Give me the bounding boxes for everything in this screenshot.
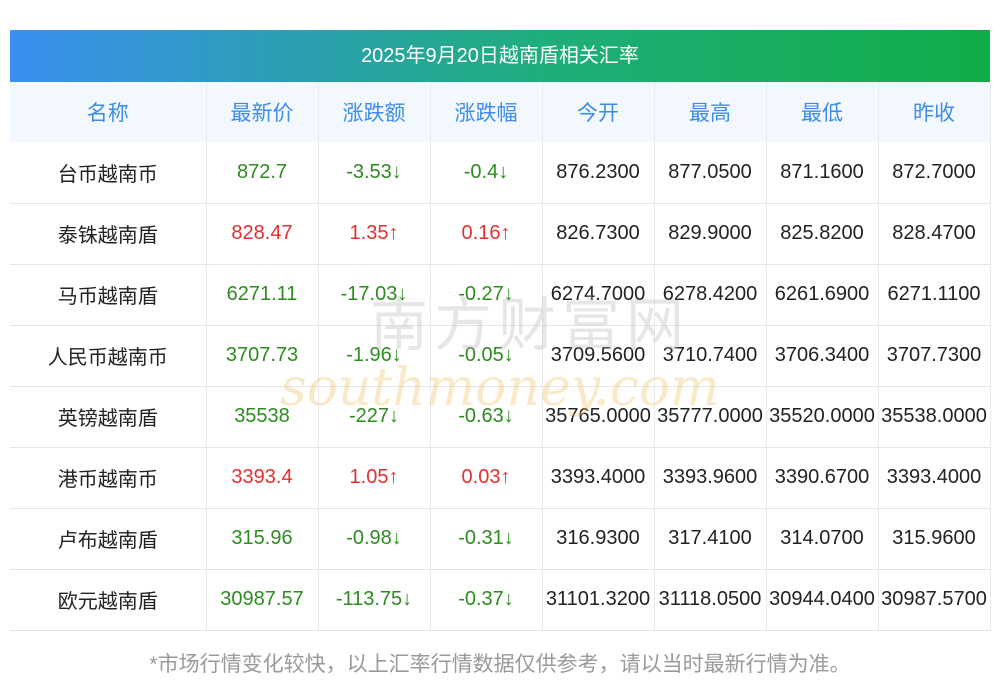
cell-high: 3710.7400: [654, 325, 767, 387]
cell-high: 3393.9600: [654, 447, 767, 509]
header-pct: 涨跌幅: [430, 82, 543, 142]
cell-open: 876.2300: [542, 142, 655, 204]
cell-change: -227↓: [318, 386, 431, 448]
cell-low: 3706.3400: [766, 325, 879, 387]
footnote: *市场行情变化较快，以上汇率行情数据仅供参考，请以当时最新行情为准。: [149, 653, 851, 676]
header-name: 名称: [10, 82, 207, 142]
table-row: 英镑越南盾 35538 -227↓ -0.63↓ 35765.0000 35777.000…: [10, 386, 991, 448]
cell-name: 泰铢越南盾: [10, 203, 207, 265]
cell-high: 35777.0000: [654, 386, 767, 448]
header-low: 最低: [766, 82, 879, 142]
table-title: 2025年9月20日越南盾相关汇率: [10, 30, 990, 82]
rate-card: 2025年9月20日越南盾相关汇率 名称 最新价 涨跌额 涨跌幅 今开 最高 最…: [10, 30, 991, 631]
cell-name: 港币越南币: [10, 447, 207, 509]
cell-latest: 30987.57: [206, 569, 319, 631]
cell-change: -3.53↓: [318, 142, 431, 204]
cell-open: 3709.5600: [542, 325, 655, 387]
cell-high: 317.4100: [654, 508, 767, 570]
cell-change: -1.96↓: [318, 325, 431, 387]
cell-name: 英镑越南盾: [10, 386, 207, 448]
cell-latest: 3707.73: [206, 325, 319, 387]
cell-name: 人民币越南币: [10, 325, 207, 387]
cell-high: 877.0500: [654, 142, 767, 204]
cell-high: 6278.4200: [654, 264, 767, 326]
cell-low: 6261.6900: [766, 264, 879, 326]
table-row: 台币越南币 872.7 -3.53↓ -0.4↓ 876.2300 877.0500 871…: [10, 142, 991, 204]
cell-high: 829.9000: [654, 203, 767, 265]
cell-pct: 0.16↑: [430, 203, 543, 265]
cell-low: 3390.6700: [766, 447, 879, 509]
cell-low: 314.0700: [766, 508, 879, 570]
cell-open: 31101.3200: [542, 569, 655, 631]
cell-change: 1.35↑: [318, 203, 431, 265]
table-row: 人民币越南币 3707.73 -1.96↓ -0.05↓ 3709.5600 3710.7…: [10, 325, 991, 387]
cell-latest: 35538: [206, 386, 319, 448]
cell-pct: -0.4↓: [430, 142, 543, 204]
table-row: 泰铢越南盾 828.47 1.35↑ 0.16↑ 826.7300 829.9000 825…: [10, 203, 991, 265]
cell-low: 35520.0000: [766, 386, 879, 448]
cell-open: 3393.4000: [542, 447, 655, 509]
cell-high: 31118.0500: [654, 569, 767, 631]
cell-latest: 315.96: [206, 508, 319, 570]
cell-prev: 3707.7300: [878, 325, 991, 387]
cell-prev: 6271.1100: [878, 264, 991, 326]
cell-low: 825.8200: [766, 203, 879, 265]
cell-prev: 872.7000: [878, 142, 991, 204]
cell-pct: -0.37↓: [430, 569, 543, 631]
cell-low: 871.1600: [766, 142, 879, 204]
table-row: 马币越南盾 6271.11 -17.03↓ -0.27↓ 6274.7000 6278.4…: [10, 264, 991, 326]
cell-open: 35765.0000: [542, 386, 655, 448]
header-high: 最高: [654, 82, 767, 142]
cell-change: -113.75↓: [318, 569, 431, 631]
header-latest: 最新价: [206, 82, 319, 142]
table-row: 欧元越南盾 30987.57 -113.75↓ -0.37↓ 31101.3200 311…: [10, 569, 991, 631]
cell-change: -17.03↓: [318, 264, 431, 326]
cell-prev: 828.4700: [878, 203, 991, 265]
cell-prev: 35538.0000: [878, 386, 991, 448]
cell-open: 6274.7000: [542, 264, 655, 326]
cell-pct: -0.27↓: [430, 264, 543, 326]
header-open: 今开: [542, 82, 655, 142]
cell-latest: 6271.11: [206, 264, 319, 326]
cell-prev: 30987.5700: [878, 569, 991, 631]
cell-low: 30944.0400: [766, 569, 879, 631]
cell-name: 卢布越南盾: [10, 508, 207, 570]
cell-prev: 3393.4000: [878, 447, 991, 509]
cell-open: 826.7300: [542, 203, 655, 265]
header-row: 名称 最新价 涨跌额 涨跌幅 今开 最高 最低 昨收: [10, 82, 991, 142]
cell-pct: -0.31↓: [430, 508, 543, 570]
cell-latest: 3393.4: [206, 447, 319, 509]
table-row: 卢布越南盾 315.96 -0.98↓ -0.31↓ 316.9300 317.4100 3…: [10, 508, 991, 570]
cell-name: 马币越南盾: [10, 264, 207, 326]
cell-pct: -0.63↓: [430, 386, 543, 448]
cell-pct: -0.05↓: [430, 325, 543, 387]
cell-latest: 828.47: [206, 203, 319, 265]
cell-name: 欧元越南盾: [10, 569, 207, 631]
rate-table: 名称 最新价 涨跌额 涨跌幅 今开 最高 最低 昨收 台币越南币 872.7 -3.…: [10, 82, 991, 631]
cell-change: -0.98↓: [318, 508, 431, 570]
cell-latest: 872.7: [206, 142, 319, 204]
cell-open: 316.9300: [542, 508, 655, 570]
header-prev: 昨收: [878, 82, 991, 142]
cell-pct: 0.03↑: [430, 447, 543, 509]
cell-name: 台币越南币: [10, 142, 207, 204]
cell-prev: 315.9600: [878, 508, 991, 570]
cell-change: 1.05↑: [318, 447, 431, 509]
header-change: 涨跌额: [318, 82, 431, 142]
table-row: 港币越南币 3393.4 1.05↑ 0.03↑ 3393.4000 3393.9600 3…: [10, 447, 991, 509]
